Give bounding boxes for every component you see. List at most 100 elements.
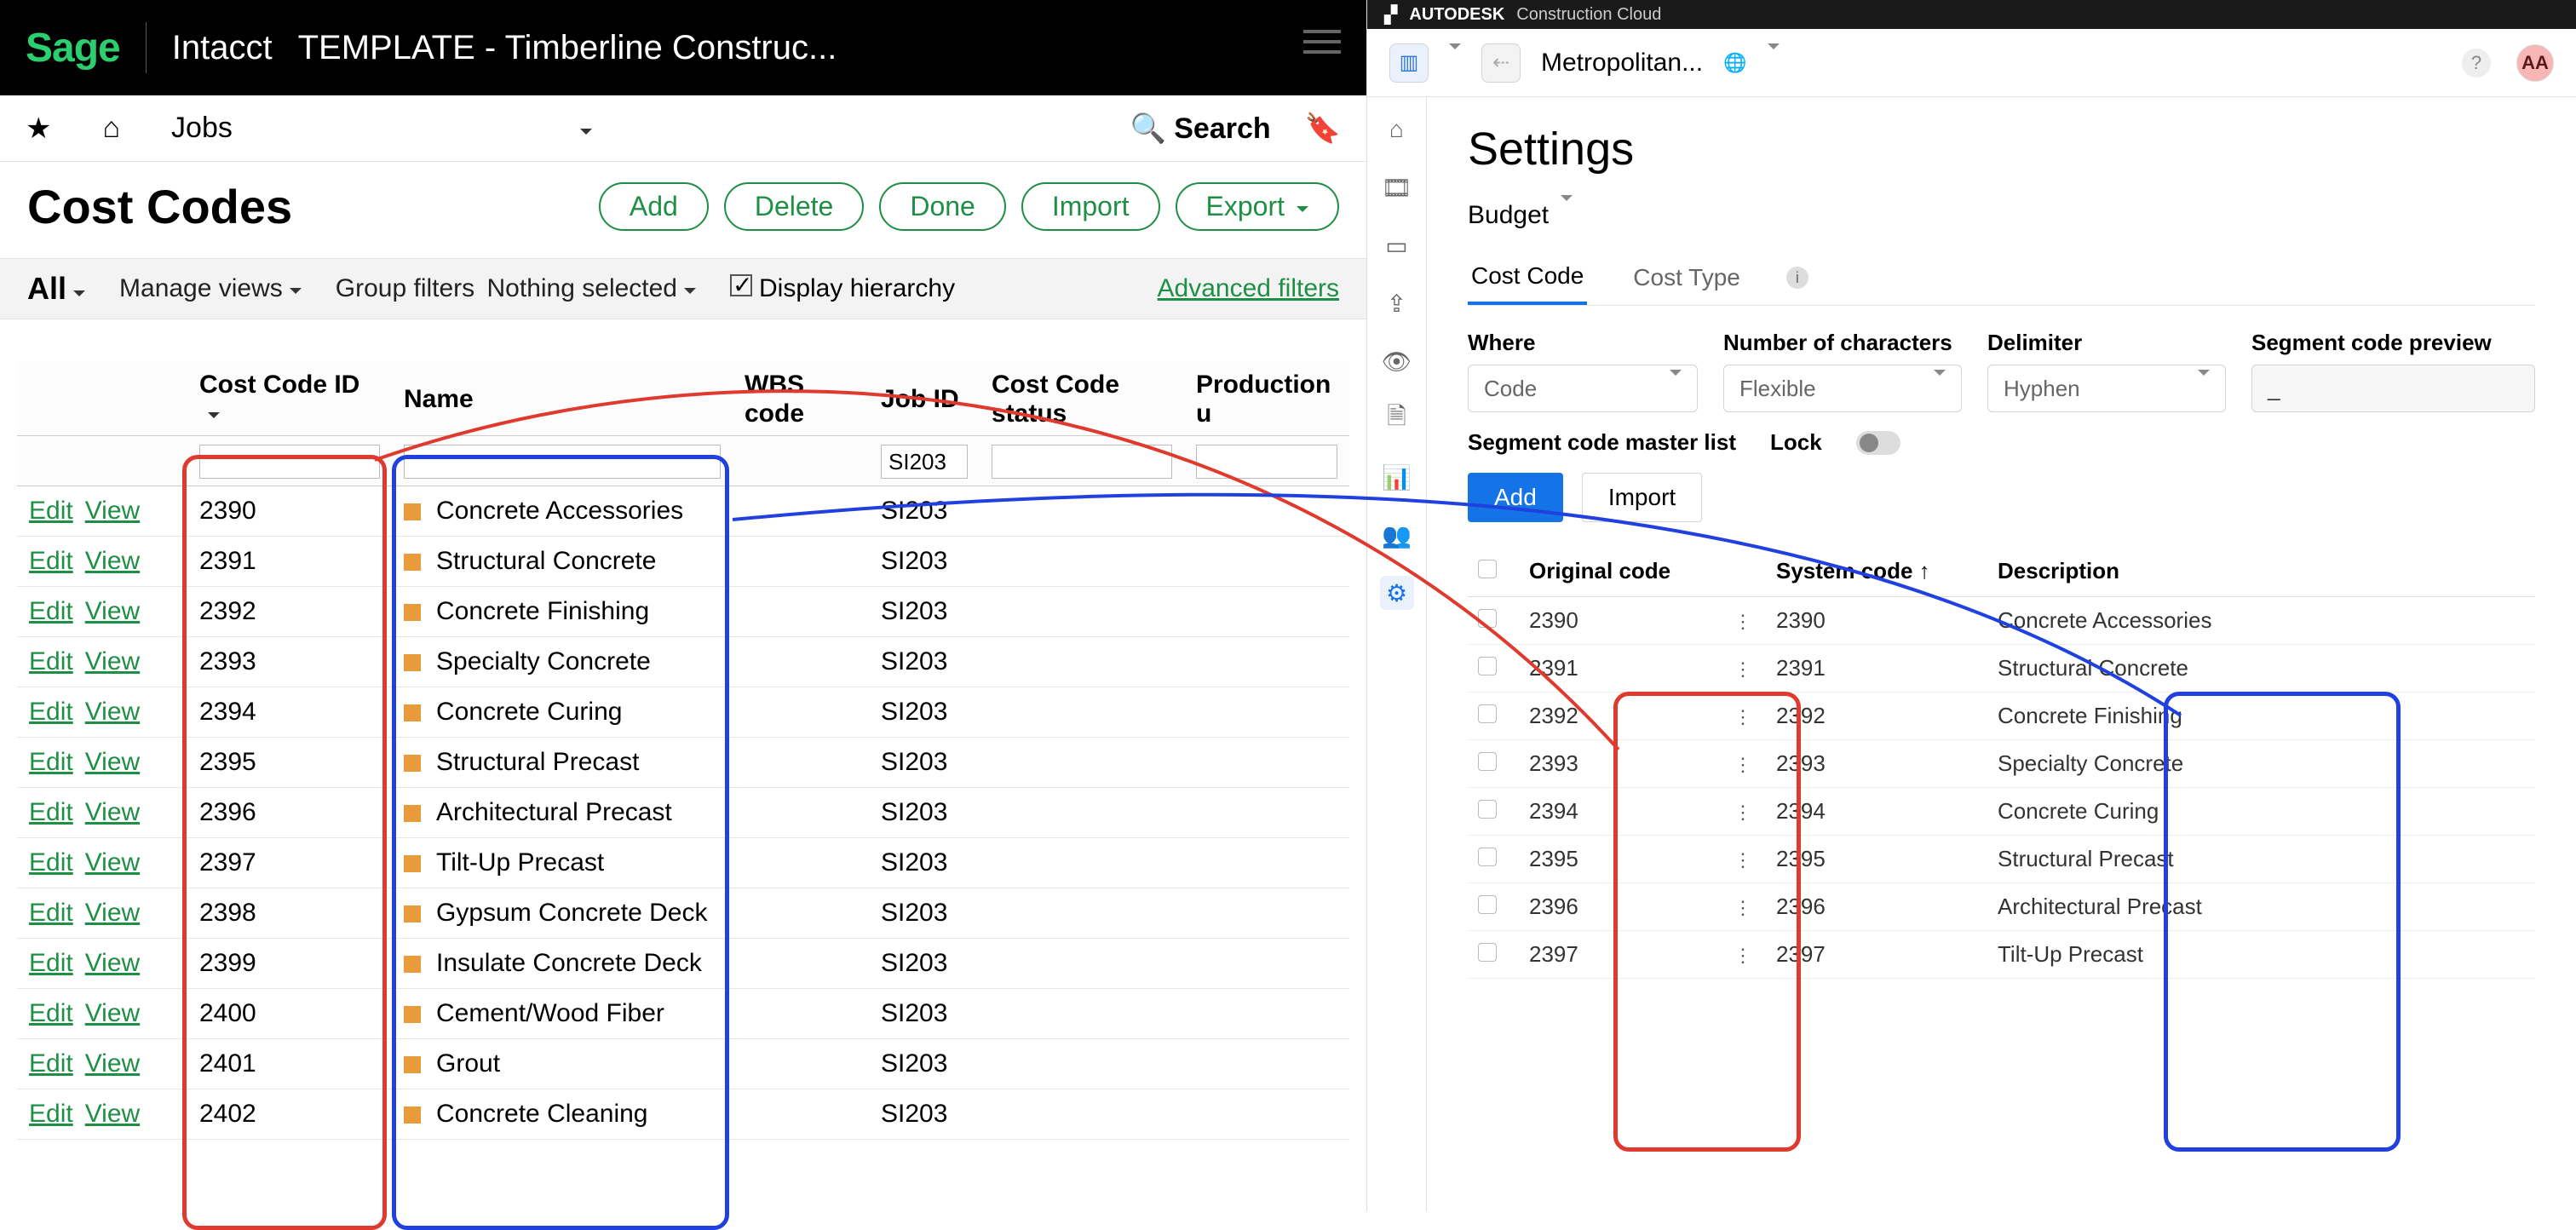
- rail-home-icon[interactable]: ⌂: [1380, 112, 1414, 147]
- budget-dropdown[interactable]: Budget: [1468, 201, 2535, 230]
- edit-link[interactable]: Edit: [29, 999, 73, 1027]
- filter-ccid[interactable]: [199, 445, 380, 479]
- kebab-icon[interactable]: ⋮: [1734, 706, 1752, 727]
- rail-settings-icon[interactable]: ⚙: [1380, 576, 1414, 610]
- col-wbs[interactable]: WBS code: [733, 362, 869, 436]
- view-link[interactable]: View: [85, 497, 140, 525]
- where-select[interactable]: Code: [1468, 365, 1698, 412]
- view-link[interactable]: View: [85, 1100, 140, 1128]
- row-checkbox[interactable]: [1478, 752, 1497, 771]
- chevron-down-icon[interactable]: [573, 112, 592, 145]
- add-button[interactable]: Add: [599, 182, 709, 231]
- adsk-add-button[interactable]: Add: [1468, 473, 1563, 522]
- rail-export-icon[interactable]: ⇪: [1380, 286, 1414, 320]
- select-all-checkbox[interactable]: [1478, 560, 1497, 578]
- nav-jobs[interactable]: Jobs: [171, 112, 233, 145]
- info-icon[interactable]: i: [1786, 267, 1808, 289]
- kebab-icon[interactable]: ⋮: [1734, 611, 1752, 632]
- export-button[interactable]: Export: [1176, 182, 1339, 231]
- advanced-filters-link[interactable]: Advanced filters: [1158, 274, 1339, 303]
- filter-status[interactable]: [992, 445, 1172, 479]
- search[interactable]: 🔍 Search: [1130, 112, 1270, 146]
- numchars-select[interactable]: Flexible: [1723, 365, 1962, 412]
- rail-file-icon[interactable]: 🗎: [1380, 402, 1414, 436]
- edit-link[interactable]: Edit: [29, 748, 73, 776]
- col-costcode-id[interactable]: Cost Code ID: [187, 362, 392, 436]
- view-link[interactable]: View: [85, 949, 140, 977]
- all-filter[interactable]: All: [27, 271, 85, 307]
- edit-link[interactable]: Edit: [29, 647, 73, 675]
- view-link[interactable]: View: [85, 547, 140, 575]
- group-filters-select[interactable]: Nothing selected: [487, 274, 696, 302]
- help-icon[interactable]: ?: [2462, 49, 2491, 78]
- view-link[interactable]: View: [85, 798, 140, 826]
- edit-link[interactable]: Edit: [29, 1100, 73, 1128]
- edit-link[interactable]: Edit: [29, 497, 73, 525]
- checkbox-icon[interactable]: [730, 274, 752, 296]
- row-checkbox[interactable]: [1478, 895, 1497, 914]
- col-production[interactable]: Production u: [1184, 362, 1349, 436]
- kebab-icon[interactable]: ⋮: [1734, 754, 1752, 775]
- manage-views[interactable]: Manage views: [119, 274, 302, 303]
- hamburger-icon[interactable]: [1303, 30, 1341, 54]
- tab-cost-code[interactable]: Cost Code: [1468, 250, 1587, 305]
- chevron-down-icon[interactable]: [1768, 49, 1780, 77]
- filter-job[interactable]: [881, 445, 968, 479]
- edit-link[interactable]: Edit: [29, 547, 73, 575]
- avatar[interactable]: AA: [2516, 44, 2554, 82]
- row-checkbox[interactable]: [1478, 800, 1497, 819]
- row-checkbox[interactable]: [1478, 609, 1497, 628]
- kebab-icon[interactable]: ⋮: [1734, 945, 1752, 966]
- row-checkbox[interactable]: [1478, 704, 1497, 723]
- view-link[interactable]: View: [85, 647, 140, 675]
- chevron-down-icon[interactable]: [1449, 49, 1461, 77]
- filter-prod[interactable]: [1196, 445, 1337, 479]
- edit-link[interactable]: Edit: [29, 899, 73, 927]
- view-link[interactable]: View: [85, 999, 140, 1027]
- back-button[interactable]: ⇠: [1481, 43, 1521, 83]
- row-checkbox[interactable]: [1478, 657, 1497, 675]
- col-system-code[interactable]: System code: [1766, 546, 1987, 597]
- edit-link[interactable]: Edit: [29, 698, 73, 726]
- edit-link[interactable]: Edit: [29, 597, 73, 625]
- edit-link[interactable]: Edit: [29, 798, 73, 826]
- edit-link[interactable]: Edit: [29, 949, 73, 977]
- col-job[interactable]: Job ID: [869, 362, 980, 436]
- col-original-code[interactable]: Original code: [1519, 546, 1723, 597]
- delete-button[interactable]: Delete: [724, 182, 865, 231]
- view-link[interactable]: View: [85, 597, 140, 625]
- col-description[interactable]: Description: [1987, 546, 2535, 597]
- col-name[interactable]: Name: [392, 362, 733, 436]
- home-icon[interactable]: ⌂: [102, 112, 120, 145]
- tab-cost-type[interactable]: Cost Type: [1630, 252, 1744, 303]
- kebab-icon[interactable]: ⋮: [1734, 849, 1752, 871]
- bookmark-icon[interactable]: 🔖: [1305, 112, 1341, 146]
- done-button[interactable]: Done: [879, 182, 1006, 231]
- adsk-import-button[interactable]: Import: [1582, 473, 1702, 522]
- rail-film-icon[interactable]: 🎞: [1380, 170, 1414, 204]
- lock-toggle[interactable]: [1856, 431, 1900, 455]
- view-link[interactable]: View: [85, 899, 140, 927]
- view-link[interactable]: View: [85, 848, 140, 877]
- edit-link[interactable]: Edit: [29, 848, 73, 877]
- filter-name[interactable]: [404, 445, 721, 479]
- project-name[interactable]: Metropolitan...: [1541, 49, 1703, 78]
- rail-binoculars-icon[interactable]: 👁: [1380, 344, 1414, 378]
- edit-link[interactable]: Edit: [29, 1049, 73, 1078]
- rail-budget-icon[interactable]: ▭: [1380, 228, 1414, 262]
- globe-icon[interactable]: 🌐: [1723, 52, 1746, 74]
- import-button[interactable]: Import: [1021, 182, 1160, 231]
- view-link[interactable]: View: [85, 748, 140, 776]
- rail-team-icon[interactable]: 👥: [1380, 518, 1414, 552]
- star-icon[interactable]: ★: [26, 112, 51, 146]
- view-link[interactable]: View: [85, 1049, 140, 1078]
- kebab-icon[interactable]: ⋮: [1734, 658, 1752, 680]
- row-checkbox[interactable]: [1478, 848, 1497, 866]
- module-switcher[interactable]: ▥: [1389, 43, 1429, 83]
- delimiter-select[interactable]: Hyphen: [1987, 365, 2226, 412]
- col-status[interactable]: Cost Code status: [980, 362, 1184, 436]
- view-link[interactable]: View: [85, 698, 140, 726]
- rail-chart-icon[interactable]: 📊: [1380, 460, 1414, 494]
- display-hierarchy[interactable]: Display hierarchy: [730, 274, 955, 303]
- kebab-icon[interactable]: ⋮: [1734, 802, 1752, 823]
